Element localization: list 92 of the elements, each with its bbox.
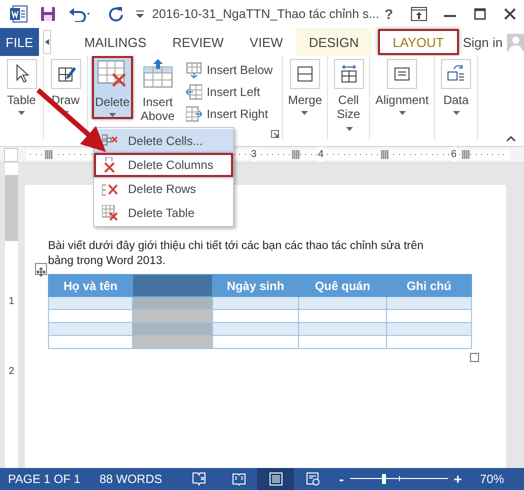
alignment-icon <box>387 59 417 89</box>
move-icon <box>36 267 46 277</box>
ribbon-display-icon[interactable] <box>411 7 427 21</box>
ribbon-button[interactable]: Cell Size <box>330 56 368 137</box>
tab-stop-selector[interactable] <box>4 148 18 162</box>
table-cell[interactable] <box>48 336 132 348</box>
ribbon-button[interactable]: Data <box>438 56 474 117</box>
ribbon-button[interactable]: Table <box>4 56 40 117</box>
collapse-ribbon-icon[interactable] <box>506 136 516 142</box>
page-count[interactable]: PAGE 1 OF 1 <box>8 472 80 486</box>
table-cell[interactable] <box>212 296 298 310</box>
view-button[interactable] <box>257 468 294 490</box>
word-logo-icon[interactable] <box>10 5 28 23</box>
scroll-left-icon <box>45 39 50 45</box>
ribbon-button[interactable]: Merge <box>284 56 325 117</box>
insert-right-icon <box>186 106 202 122</box>
ribbon-tab[interactable]: MAILINGS <box>71 28 160 56</box>
ribbon-tab[interactable]: VIEW <box>236 28 296 56</box>
ribbon-tab[interactable]: DESIGN <box>296 28 372 56</box>
zoom-in-button[interactable]: + <box>454 471 462 487</box>
maximize-icon[interactable] <box>474 8 486 20</box>
column-marker[interactable] <box>45 150 53 159</box>
draw-table-icon <box>50 59 80 89</box>
insert-menu-button[interactable]: Insert Right <box>186 104 273 123</box>
table-cell[interactable] <box>212 322 298 336</box>
proofing-icon[interactable] <box>192 472 206 486</box>
ribbon-tab[interactable]: LAYOUT <box>378 29 459 55</box>
column-header: Ngày sinh <box>212 274 298 296</box>
column-marker[interactable] <box>462 150 470 159</box>
ribbon-button[interactable]: Delete <box>92 56 133 119</box>
menu-item[interactable]: Delete Rows <box>94 177 233 201</box>
insert-below-icon <box>186 62 202 78</box>
sign-in-link[interactable]: Sign in <box>462 28 507 56</box>
close-icon[interactable] <box>504 8 516 20</box>
web-layout-icon <box>306 472 320 486</box>
data-icon <box>441 59 471 89</box>
table-cell[interactable] <box>212 336 298 348</box>
table-cell[interactable] <box>48 296 132 310</box>
selected-table-cell[interactable] <box>132 310 212 322</box>
table-cell[interactable] <box>386 322 472 336</box>
ribbon-tab[interactable]: REVIEW <box>159 28 237 56</box>
paragraph: Bài viết dưới đây giới thiệu chi tiết tới các bạn các thao tác chỉnh sửa trên bảng trong Word 2013. <box>48 239 425 269</box>
table-cell[interactable] <box>298 322 386 336</box>
table-cell[interactable] <box>386 336 472 348</box>
print-layout-icon <box>268 472 283 486</box>
table-cell[interactable] <box>298 296 386 310</box>
zoom-thumb[interactable] <box>382 474 386 484</box>
table-cell[interactable] <box>298 336 386 348</box>
ruler-number: 1 <box>8 296 16 307</box>
column-header: Quê quán <box>298 274 386 296</box>
save-icon[interactable] <box>40 6 56 22</box>
ruler-number: 3 <box>251 147 257 162</box>
table-resize-handle[interactable] <box>470 353 479 362</box>
customize-menu-icon[interactable] <box>136 9 144 19</box>
zoom-out-button[interactable]: - <box>339 471 344 487</box>
selected-table-cell[interactable] <box>132 322 212 336</box>
selected-table-cell[interactable] <box>132 336 212 348</box>
dialog-launcher-icon[interactable] <box>271 130 279 138</box>
ruler-number: 6 <box>451 147 457 162</box>
merge-cells-icon <box>290 59 320 89</box>
table-cell[interactable] <box>386 296 472 310</box>
insert-left-icon <box>186 84 202 100</box>
insert-menu-button[interactable]: Insert Below <box>186 60 273 79</box>
table-cell[interactable] <box>48 322 132 336</box>
menu-item[interactable]: Delete Cells... <box>94 129 233 153</box>
delete-table-icon <box>102 205 118 221</box>
zoom-level[interactable]: 70% <box>480 472 504 486</box>
column-header: Ghi chú <box>386 274 472 296</box>
help-button[interactable]: ? <box>384 6 393 22</box>
insert-menu-button[interactable]: Insert Left <box>186 82 273 101</box>
select-cursor-icon <box>6 59 36 89</box>
ruler-margin <box>5 175 18 241</box>
window-title: 2016-10-31_NgaTTN_Thao tác chỉnh s... <box>152 7 380 21</box>
menu-item[interactable]: Delete Columns <box>94 153 233 177</box>
table-move-handle[interactable] <box>35 263 47 275</box>
ribbon-button[interactable]: Insert Above <box>134 56 181 125</box>
file-tab[interactable]: FILE <box>0 28 39 56</box>
column-marker[interactable] <box>292 150 300 159</box>
redo-icon[interactable] <box>108 6 124 22</box>
column-marker[interactable] <box>381 150 389 159</box>
undo-icon[interactable] <box>68 6 92 22</box>
cell-size-icon <box>334 59 364 89</box>
read-mode-icon <box>232 472 246 486</box>
ruler-number: 2 <box>8 366 16 377</box>
ruler-number: 4 <box>318 147 324 162</box>
selected-table-cell[interactable] <box>132 296 212 310</box>
ribbon-button[interactable]: Alignment <box>372 56 432 117</box>
zoom-slider[interactable] <box>350 474 448 484</box>
column-header: Họ và tên <box>48 274 132 296</box>
scroll-left-button[interactable] <box>42 30 52 54</box>
word-count[interactable]: 88 WORDS <box>99 472 162 486</box>
menu-item[interactable]: Delete Table <box>94 201 233 225</box>
